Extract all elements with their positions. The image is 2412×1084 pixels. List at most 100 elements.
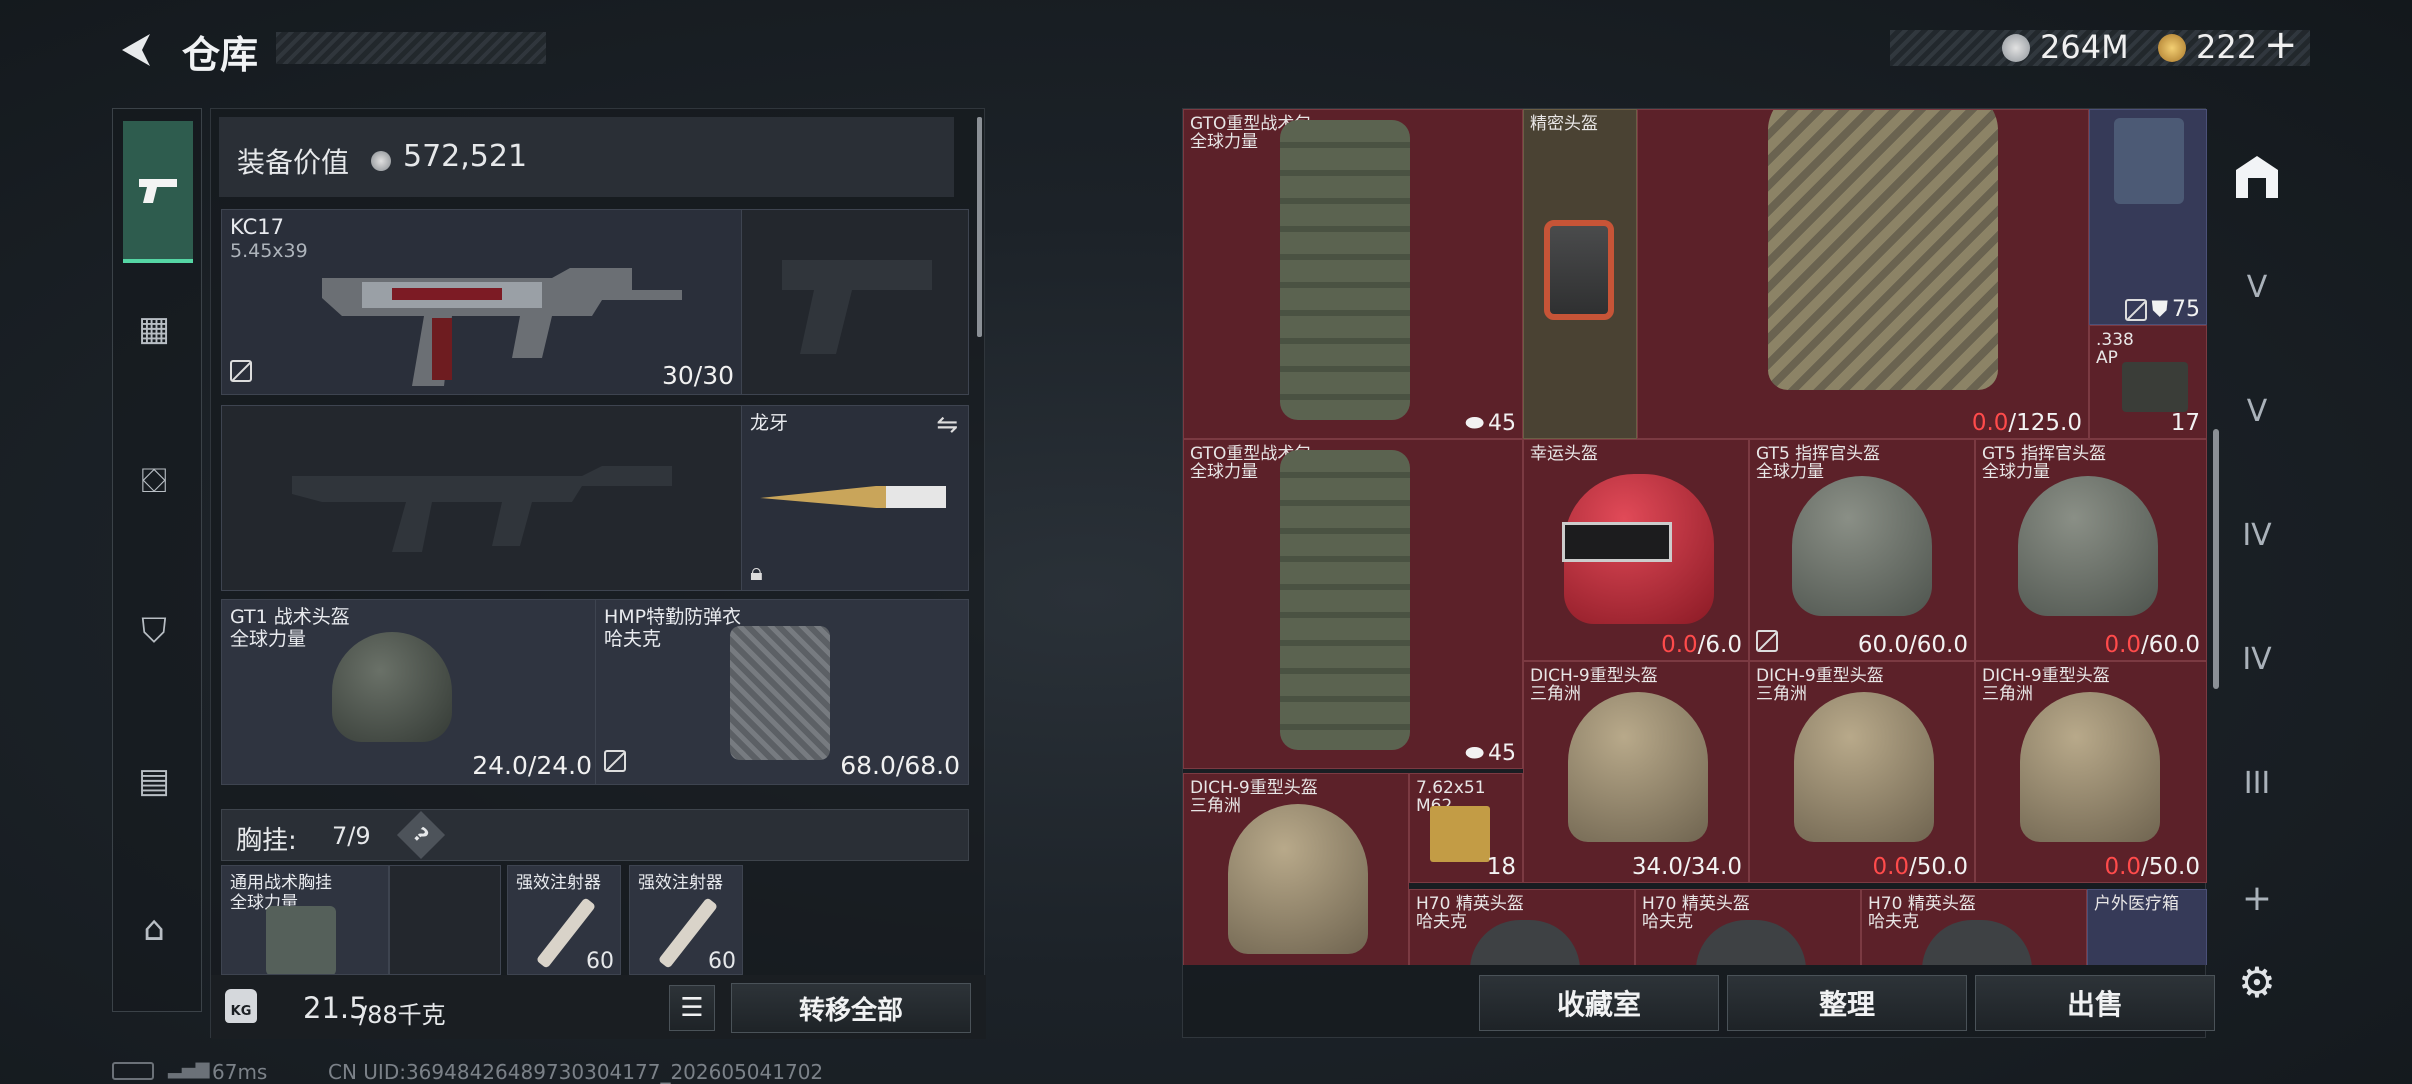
help-button[interactable]: ?	[396, 810, 446, 860]
helmet-item[interactable]: H70 精英头盔 哈夫克	[1861, 889, 2087, 965]
visor-image	[1562, 522, 1672, 562]
melee-name: 龙牙	[750, 412, 789, 434]
settings-button[interactable]: ⚙	[2228, 958, 2286, 1007]
container-tier-icon: V	[2246, 270, 2268, 305]
weight-value: 21.5	[303, 991, 368, 1025]
ping: 67ms	[212, 1060, 268, 1084]
primary-weapon-slot[interactable]: KC17 5.45x39 30/30	[221, 209, 743, 395]
helmet-item[interactable]: 精密头盔	[1523, 109, 1637, 439]
gold-coin-icon	[2158, 34, 2186, 62]
tab-bag[interactable]: ⛉	[113, 611, 195, 651]
weapon-name: KC17	[230, 215, 285, 239]
helmet-item[interactable]: DICH-9重型头盔 三角洲 34.0/34.0	[1523, 661, 1749, 883]
collection-room-button[interactable]: 收藏室	[1479, 975, 1719, 1031]
item-name: DICH-9重型头盔	[1756, 666, 1884, 686]
helmet-item[interactable]: GT5 指挥官头盔 全球力量 0.0/60.0	[1975, 439, 2207, 661]
helmet-item[interactable]: DICH-9重型头盔 三角洲 0.0/50.0	[1975, 661, 2207, 883]
item-brand: 哈夫克	[1642, 912, 1693, 932]
item-tile[interactable]: ⛊ 75	[2089, 109, 2207, 325]
tab-container[interactable]: ▤	[113, 761, 195, 801]
add-gold-button[interactable]: +	[2264, 22, 2298, 68]
helmet-image	[1470, 920, 1580, 965]
armor-name: HMP特勤防弹衣	[604, 606, 742, 628]
add-container-button[interactable]: +	[2228, 878, 2286, 919]
weight-badge: ⬬ 45	[1465, 741, 1516, 766]
ammo-item[interactable]: .338 AP 17	[2089, 325, 2207, 439]
sell-button[interactable]: 出售	[1975, 975, 2215, 1031]
assault-rifle-image	[322, 268, 682, 386]
item-brand: 全球力量	[1756, 462, 1824, 482]
backpack-item[interactable]: GTO重型战术包 全球力量 ⬬ 45	[1183, 439, 1523, 769]
helmet-item[interactable]: H70 精英头盔 哈夫克	[1409, 889, 1635, 965]
tab-weapons[interactable]	[123, 121, 193, 263]
container-tab[interactable]: V	[2228, 394, 2286, 429]
container-tab[interactable]: V	[2228, 270, 2286, 305]
swap-icon[interactable]: ⇋	[936, 410, 958, 440]
injector-slot[interactable]: 强效注射器 60	[507, 865, 621, 975]
item-durability: 0.0/6.0	[1661, 632, 1742, 658]
item-brand: 三角洲	[1982, 684, 2033, 704]
helmet-item[interactable]: DICH-9重型头盔 三角洲 0.0/50.0	[1749, 661, 1975, 883]
no-repair-icon	[1756, 630, 1778, 656]
item-name: DICH-9重型头盔	[1982, 666, 2110, 686]
container-tier-icon: IV	[2242, 642, 2272, 677]
tab-armor[interactable]: ▦	[113, 309, 195, 349]
item-name: GT5 指挥官头盔	[1756, 444, 1881, 464]
helmet-image	[1696, 920, 1806, 965]
item-brand: 全球力量	[1982, 462, 2050, 482]
helmet-image	[1922, 920, 2032, 965]
armor-slot[interactable]: HMP特勤防弹衣 哈夫克 68.0/68.0	[595, 599, 969, 785]
secondary-weapon-slot[interactable]	[221, 405, 743, 591]
container-tab[interactable]: IV	[2228, 642, 2286, 677]
medkit-item[interactable]: 户外医疗箱	[2087, 889, 2207, 965]
warehouse-tab[interactable]	[2228, 148, 2286, 206]
rig-empty-slot[interactable]	[389, 865, 501, 975]
rig-item-name: 通用战术胸挂	[230, 873, 332, 893]
silver-coin-icon	[371, 151, 391, 171]
container-tab[interactable]: III	[2228, 766, 2286, 801]
page-title: 仓库	[182, 33, 259, 77]
injector-slot[interactable]: 强效注射器 60	[629, 865, 743, 975]
lock-icon: 🔒︎	[750, 558, 763, 586]
injector-name: 强效注射器	[516, 873, 601, 893]
box-image	[2114, 118, 2184, 204]
injector-count: 60	[586, 949, 614, 974]
helmet-item[interactable]: GT5 指挥官头盔 全球力量 60.0/60.0	[1749, 439, 1975, 661]
helmet-item[interactable]: H70 精英头盔 哈夫克	[1635, 889, 1861, 965]
weight-max: /88千克	[359, 1001, 446, 1029]
pistol-slot[interactable]	[741, 209, 969, 395]
rig-slot[interactable]: 通用战术胸挂 全球力量	[221, 865, 389, 975]
weight-icon: ⬬	[1465, 741, 1484, 766]
helmet-image	[332, 632, 452, 742]
item-brand: 三角洲	[1756, 684, 1807, 704]
transfer-all-button[interactable]: 转移全部	[731, 983, 971, 1033]
ammo-name: .338	[2096, 330, 2134, 350]
list-view-button[interactable]: ☰	[669, 985, 715, 1031]
category-sidebar: ▦ ⛋ ⛉ ▤ ⌂	[112, 108, 202, 1012]
silver-coin-icon	[2002, 34, 2030, 62]
backpack-item[interactable]: GTO重型战术包 全球力量 ⬬ 45	[1183, 109, 1523, 439]
storage-grid: GTO重型战术包 全球力量 ⬬45 精密头盔 ⛊75 0.0/125.0 ⛊75…	[1183, 109, 2207, 965]
helmet-name: GT1 战术头盔	[230, 606, 350, 628]
helmet-item[interactable]: 幸运头盔 0.0/6.0	[1523, 439, 1749, 661]
panel-scrollbar[interactable]	[977, 117, 982, 337]
tab-backpack[interactable]: ⛋	[113, 461, 195, 501]
container-tier-icon: III	[2243, 766, 2271, 801]
helmet-durability: 24.0/24.0	[472, 751, 592, 780]
back-button[interactable]	[112, 28, 156, 72]
ammo-box-image	[2122, 362, 2188, 412]
helmet-image	[1794, 692, 1934, 842]
armor-image	[1768, 110, 1998, 390]
equipment-value: 572,521	[403, 139, 528, 174]
armor-item[interactable]: ⛊75 0.0/125.0	[1637, 109, 2089, 439]
organize-button[interactable]: 整理	[1727, 975, 1967, 1031]
tab-toolbox[interactable]: ⌂	[113, 909, 195, 949]
helmet-item[interactable]: DICH-9重型头盔 三角洲	[1183, 773, 1409, 965]
helmet-slot[interactable]: GT1 战术头盔 全球力量 24.0/24.0	[221, 599, 601, 785]
container-tab[interactable]: IV	[2228, 518, 2286, 553]
item-durability: 0.0/60.0	[2104, 632, 2200, 658]
melee-slot[interactable]: 龙牙 ⇋ 🔒︎	[741, 405, 969, 591]
weight-icon: KG	[225, 989, 257, 1023]
ammo-item[interactable]: 7.62x51 M62 18	[1409, 773, 1523, 883]
item-durability: 0.0/50.0	[1872, 854, 1968, 880]
